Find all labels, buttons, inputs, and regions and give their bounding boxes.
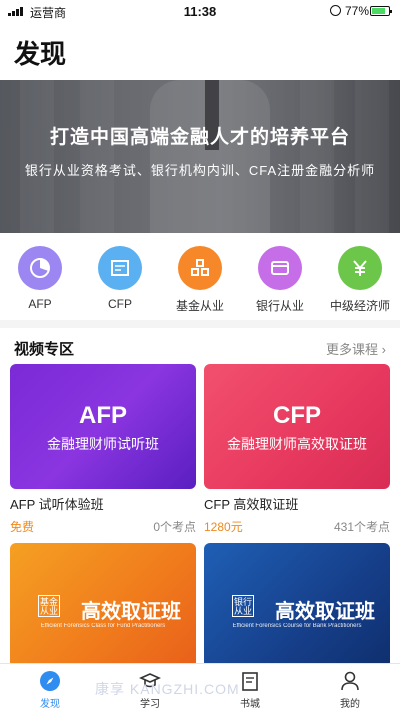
thumb-subtitle: 金融理财师试听班 [47, 436, 159, 452]
tab-label: 发现 [40, 699, 60, 710]
thumb-title: 高效取证班 [81, 601, 181, 623]
course-card-fund[interactable]: 基金从业 高效取证班 Efficient Forensics Class for… [10, 543, 196, 668]
course-name: AFP 试听体验班 [10, 497, 104, 512]
more-courses-label: 更多课程 [326, 342, 379, 357]
book-icon [239, 670, 261, 692]
category-afp[interactable]: AFP [0, 246, 80, 316]
category-label: AFP [28, 297, 52, 311]
battery-percent: 77% [345, 4, 370, 18]
tab-label: 我的 [340, 699, 360, 710]
course-price: 1280元 [204, 520, 243, 534]
orientation-lock-icon [330, 5, 341, 16]
category-label: CFP [108, 297, 132, 311]
pie-chart-icon [18, 246, 62, 290]
thumb-subtitle: 金融理财师高效取证班 [227, 436, 367, 452]
status-bar: 运营商 11:38 77% [0, 0, 400, 22]
course-card-afp[interactable]: AFP 金融理财师试听班 AFP 试听体验班 免费 0个考点 [10, 364, 196, 535]
thumb-subtitle: Efficient Forensics Course for Bank Prac… [232, 623, 362, 629]
category-cfp[interactable]: CFP [80, 246, 160, 316]
course-points: 0个考点 [153, 520, 196, 534]
course-card-cfp[interactable]: CFP 金融理财师高效取证班 CFP 高效取证班 1280元 431个考点 [204, 364, 390, 535]
category-label: 中级经济师 [329, 299, 390, 313]
tab-discover[interactable]: 发现 [0, 664, 100, 710]
hero-banner[interactable]: 打造中国高端金融人才的培养平台 银行从业资格考试、银行机构内训、CFA注册金融分… [0, 80, 400, 233]
thumb-title: CFP [273, 402, 321, 429]
thumb-title: AFP [79, 402, 127, 429]
course-price: 免费 [10, 520, 35, 534]
course-thumbnail: 基金从业 高效取证班 Efficient Forensics Class for… [10, 543, 196, 668]
yuan-icon [338, 246, 382, 290]
certificate-icon [98, 246, 142, 290]
compass-icon [39, 670, 61, 692]
thumb-subtitle: Efficient Forensics Class for Fund Pract… [40, 623, 166, 629]
thumb-title: 高效取证班 [275, 601, 375, 623]
course-card-bank[interactable]: 银行从业 高效取证班 Efficient Forensics Course fo… [204, 543, 390, 668]
section-divider [0, 320, 400, 328]
category-row: AFP CFP 基金从业 银行从业 中级经济师 [0, 246, 400, 316]
watermark: 康享 KANGZHI.COM [95, 681, 240, 697]
banner-subtitle: 银行从业资格考试、银行机构内训、CFA注册金融分析师 [24, 163, 376, 178]
course-thumbnail: CFP 金融理财师高效取证班 [204, 364, 390, 489]
tab-label: 书城 [240, 699, 260, 710]
more-courses-link[interactable]: 更多课程 › [326, 339, 386, 358]
course-thumbnail: 银行从业 高效取证班 Efficient Forensics Course fo… [204, 543, 390, 668]
category-label: 基金从业 [175, 299, 224, 313]
course-points: 431个考点 [333, 520, 390, 534]
card-icon [258, 246, 302, 290]
page-title: 发现 [14, 39, 67, 69]
course-name: CFP 高效取证班 [204, 497, 299, 512]
course-thumbnail: AFP 金融理财师试听班 [10, 364, 196, 489]
user-icon [339, 670, 361, 692]
banner-title: 打造中国高端金融人才的培养平台 [49, 127, 350, 148]
fund-icon [178, 246, 222, 290]
section-title: 视频专区 [14, 341, 75, 358]
chevron-right-icon: › [381, 342, 386, 357]
tab-mine[interactable]: 我的 [300, 664, 400, 710]
category-fund[interactable]: 基金从业 [160, 246, 240, 316]
category-bank[interactable]: 银行从业 [240, 246, 320, 316]
battery-icon [370, 6, 392, 16]
category-economist[interactable]: 中级经济师 [320, 246, 400, 316]
category-label: 银行从业 [255, 299, 304, 313]
